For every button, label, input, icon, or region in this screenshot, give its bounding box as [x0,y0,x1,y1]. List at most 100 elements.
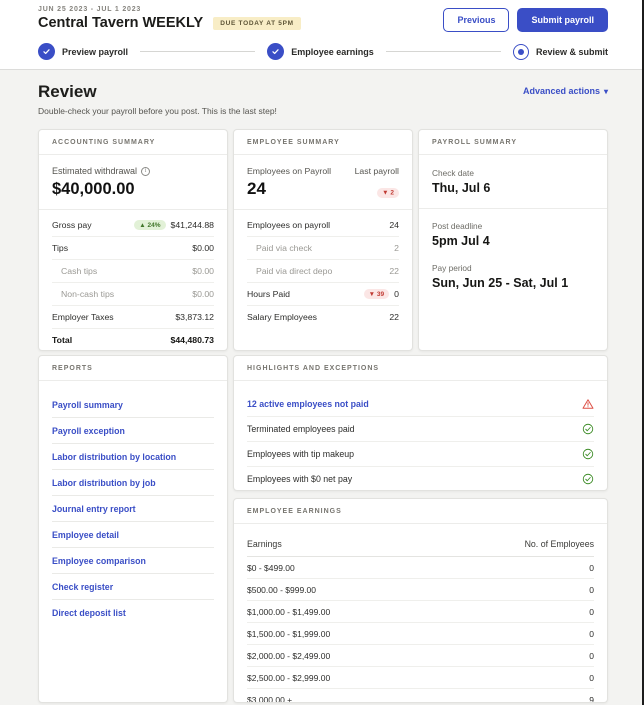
accounting-rows: Gross pay ▲ 24% $41,244.88 Tips $0.00 Cash ti… [52,214,214,350]
row-label: Gross pay [52,220,92,230]
post-deadline-value: 5pm Jul 4 [432,234,490,248]
stepper: Preview payroll Employee earnings Review &… [38,36,608,69]
divider [39,209,227,210]
row-label: Employer Taxes [52,312,114,322]
chevron-down-icon: ▾ [603,87,608,96]
highlight-row: 12 active employees not paid [247,392,594,417]
review-heading: Review [38,82,97,101]
row-label: Non-cash tips [61,289,115,299]
earnings-range: $2,000.00 - $2,499.00 [247,650,331,661]
highlight-row: Employees with $0 net pay [247,467,594,490]
row-label: Total [52,335,73,345]
report-link-direct-deposit-list[interactable]: Direct deposit list [52,600,214,625]
estimated-withdrawal-label: Estimated withdrawal [52,166,138,176]
report-links: Payroll summary Payroll exception Labor di… [39,381,227,636]
employees-on-payroll-count: 24 [247,179,266,198]
highlight-link[interactable]: 12 active employees not paid [247,399,369,409]
review-subtitle: Double-check your payroll before you pos… [38,106,277,116]
employee-count: 0 [589,584,594,595]
step-label: Preview payroll [62,46,129,57]
row-value: 0 [394,289,399,299]
earnings-row: $500.00 - $999.00 0 [247,579,594,601]
divider [234,209,412,210]
employee-rows: Employees on payroll 24 Paid via check 2 Pai… [247,214,399,328]
stepper-step-employee-earnings[interactable]: Employee earnings [267,43,374,60]
reports-card: REPORTS Payroll summary Payroll exception… [38,355,228,703]
check-date-value: Thu, Jul 6 [432,181,491,195]
row-label: Cash tips [61,266,98,276]
row-label: Hours Paid [247,289,290,299]
estimated-withdrawal-value: $40,000.00 [52,180,135,198]
report-link-check-register[interactable]: Check register [52,574,214,600]
earnings-row: $3,000.00 + 9 [247,689,594,703]
row-value: $0.00 [192,243,214,253]
row-label: Salary Employees [247,312,318,322]
earnings-column-header: Earnings [247,539,282,549]
employee-count: 0 [589,672,594,683]
row-value: 2 [394,243,399,253]
row-value: $44,480.73 [170,335,214,345]
summary-row: Salary Employees 22 [247,306,399,328]
employee-earnings-title: EMPLOYEE EARNINGS [234,499,607,524]
page-header: JUN 25 2023 - JUL 1 2023 Central Tavern … [0,0,644,70]
employee-summary-card: EMPLOYEE SUMMARY Employees on Payroll 24… [233,129,413,351]
due-badge: DUE TODAY AT 5PM [213,16,301,30]
employee-count-column-header: No. of Employees [524,539,594,549]
success-check-icon [582,423,594,435]
summary-row: Gross pay ▲ 24% $41,244.88 [52,214,214,237]
report-link-labor-distribution-by-job[interactable]: Labor distribution by job [52,470,214,496]
check-date-label: Check date [432,168,474,178]
row-value: $0.00 [192,289,214,299]
highlight-label: Employees with tip makeup [247,449,355,459]
summary-row: Paid via check 2 [247,237,399,260]
advanced-actions-dropdown[interactable]: Advanced actions ▾ [523,86,608,96]
stepper-step-review-submit[interactable]: Review & submit [512,43,609,60]
employee-summary-title: EMPLOYEE SUMMARY [234,130,412,155]
warning-triangle-icon [582,398,594,410]
stepper-connector [140,51,256,52]
pay-period-value: Sun, Jun 25 - Sat, Jul 1 [432,276,569,290]
employee-count: 0 [589,606,594,617]
row-value: 24 [389,220,399,230]
summary-row: Total $44,480.73 [52,329,214,350]
main-content: Review Advanced actions ▾ Double-check yo… [0,70,644,703]
row-label: Employees on payroll [247,220,331,230]
row-value: 22 [389,266,399,276]
earnings-range: $2,500.00 - $2,999.00 [247,672,331,683]
step-label: Review & submit [535,46,609,57]
submit-payroll-button[interactable]: Submit payroll [517,8,608,32]
report-link-labor-distribution-by-location[interactable]: Labor distribution by location [52,444,214,470]
summary-row: Hours Paid ▼ 39 0 [247,283,399,306]
stepper-step-preview-payroll[interactable]: Preview payroll [38,43,128,60]
summary-row: Cash tips $0.00 [52,260,214,283]
row-value: $41,244.88 [170,220,214,230]
row-value: 22 [389,312,399,322]
summary-row: Tips $0.00 [52,237,214,260]
delta-badge: ▲ 24% [134,220,166,230]
page-title: Central Tavern WEEKLY [38,15,204,31]
accounting-summary-card: ACCOUNTING SUMMARY Estimated withdrawal … [38,129,228,351]
earnings-row: $0 - $499.00 0 [247,557,594,579]
info-icon[interactable]: i [141,166,151,176]
report-link-payroll-exception[interactable]: Payroll exception [52,418,214,444]
highlight-row: Employees with tip makeup [247,442,594,467]
employee-count: 0 [589,628,594,639]
report-link-employee-detail[interactable]: Employee detail [52,522,214,548]
employee-count: 9 [589,694,594,703]
highlights-title: HIGHLIGHTS AND EXCEPTIONS [234,356,607,381]
row-value: $0.00 [192,266,214,276]
summary-row: Paid via direct depo 22 [247,260,399,283]
earnings-range: $0 - $499.00 [247,562,295,573]
earnings-range: $3,000.00 + [247,694,293,703]
report-link-employee-comparison[interactable]: Employee comparison [52,548,214,574]
highlights-rows: 12 active employees not paid Terminated e… [234,381,607,490]
previous-button[interactable]: Previous [443,8,510,32]
report-link-journal-entry-report[interactable]: Journal entry report [52,496,214,522]
step-complete-check-icon [267,43,285,60]
report-link-payroll-summary[interactable]: Payroll summary [52,392,214,418]
last-payroll-label: Last payroll [354,166,399,176]
last-payroll-delta-badge: ▼ 2 [377,187,399,198]
earnings-range: $1,000.00 - $1,499.00 [247,606,331,617]
stepper-connector [385,51,501,52]
row-label: Paid via direct depo [256,266,333,276]
